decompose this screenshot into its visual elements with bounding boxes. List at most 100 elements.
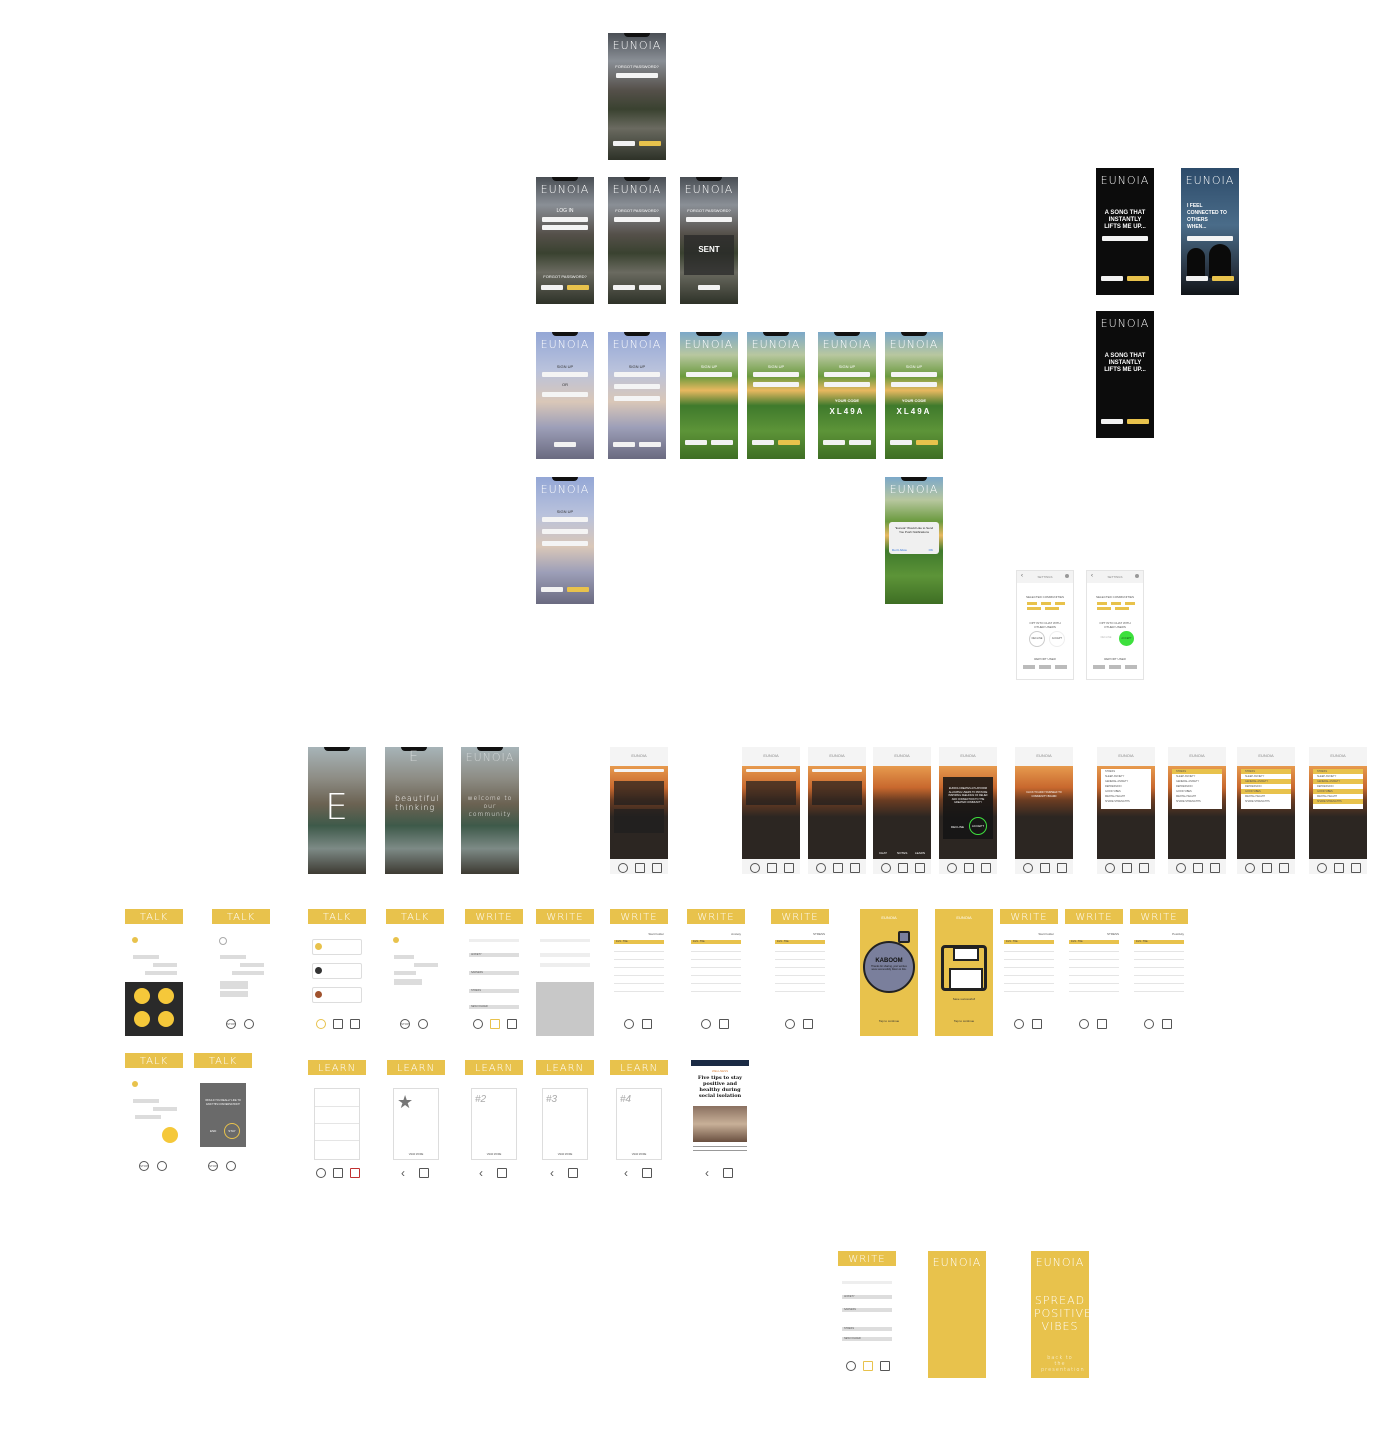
decline-toggle[interactable]: DECLINE (1099, 631, 1113, 645)
view-more-button[interactable]: VIEW MORE (617, 1153, 661, 1156)
chat-icon[interactable] (1317, 863, 1327, 873)
back-button[interactable] (613, 442, 635, 447)
chat-icon[interactable] (618, 863, 628, 873)
back-button[interactable] (685, 440, 707, 445)
category-item[interactable]: SHARE STRENGTHS (1101, 799, 1151, 804)
chat-icon[interactable] (1245, 863, 1255, 873)
phone-field[interactable] (891, 372, 937, 377)
community-chip[interactable] (1097, 607, 1111, 610)
community-chip[interactable] (1027, 607, 1041, 610)
save-icon[interactable] (719, 1019, 729, 1029)
back-button[interactable] (698, 285, 720, 290)
emoji-icon[interactable] (134, 1011, 150, 1027)
next-button[interactable] (1127, 419, 1149, 424)
back-button[interactable] (752, 440, 774, 445)
decline-toggle[interactable]: DECLINE (1029, 631, 1045, 647)
book-icon[interactable] (652, 863, 662, 873)
save-icon[interactable] (1162, 1019, 1172, 1029)
code-field[interactable] (891, 382, 937, 387)
chat-icon[interactable] (1023, 863, 1033, 873)
conversation-card[interactable] (312, 963, 362, 979)
chat-icon[interactable] (1105, 863, 1115, 873)
bomb-icon[interactable] (1014, 1019, 1024, 1029)
back-button[interactable] (890, 440, 912, 445)
phone-field[interactable] (686, 372, 732, 377)
book-icon[interactable] (880, 1361, 890, 1371)
back-button[interactable] (541, 285, 563, 290)
post-card[interactable] (812, 781, 862, 805)
report-option[interactable] (1055, 665, 1067, 669)
back-to-presentation-link[interactable]: back to the presentation (1041, 1355, 1084, 1373)
next-button[interactable] (916, 440, 938, 445)
save-icon[interactable] (419, 1168, 429, 1178)
entry-title[interactable]: 1/21 - Title (1069, 940, 1119, 944)
new-folder-button[interactable]: NEW FOLDER (469, 1005, 519, 1009)
post-card[interactable] (746, 781, 796, 805)
report-option[interactable] (1125, 665, 1137, 669)
book-icon[interactable] (1057, 863, 1067, 873)
back-button[interactable] (823, 440, 845, 445)
click-text[interactable]: CLICK TO ADD YOURSELF TO COMMUNITY BOARD (1023, 791, 1065, 798)
book-icon[interactable] (850, 863, 860, 873)
send-button[interactable] (639, 141, 661, 146)
community-chip[interactable] (1041, 602, 1051, 605)
decline-button[interactable]: DECLINE (951, 825, 964, 829)
community-chip[interactable] (1125, 602, 1135, 605)
edit-icon[interactable] (964, 863, 974, 873)
back-arrow-icon[interactable]: ‹ (401, 1166, 405, 1180)
code-field[interactable] (824, 382, 870, 387)
phone-field[interactable] (542, 392, 588, 397)
next-button[interactable] (1212, 276, 1234, 281)
login-button[interactable] (567, 285, 589, 290)
chat-icon[interactable] (947, 863, 957, 873)
bomb-icon[interactable] (701, 1019, 711, 1029)
confirm-field[interactable] (542, 541, 588, 546)
emoji-icon[interactable] (134, 988, 150, 1004)
save-icon[interactable] (642, 1168, 652, 1178)
report-option[interactable] (1109, 665, 1121, 669)
chat-icon[interactable] (473, 1019, 483, 1029)
community-chip[interactable] (1027, 602, 1037, 605)
emoji-icon[interactable] (158, 1011, 174, 1027)
book-icon[interactable] (1210, 863, 1220, 873)
chat-icon[interactable] (316, 1019, 326, 1029)
category-sadness[interactable]: SADNESS (842, 1308, 892, 1312)
back-button[interactable] (1101, 419, 1123, 424)
allow-button[interactable]: OK (929, 548, 933, 552)
chat-icon[interactable] (1176, 863, 1186, 873)
edit-icon[interactable] (767, 863, 777, 873)
category-sadness[interactable]: SADNESS (469, 971, 519, 975)
next-button[interactable] (554, 442, 576, 447)
accept-toggle[interactable]: ACCEPT (1119, 631, 1134, 646)
email-field[interactable] (542, 217, 588, 222)
book-icon[interactable] (350, 1019, 360, 1029)
next-button[interactable] (567, 587, 589, 592)
category-item[interactable]: SHARE STRENGTHS (1313, 799, 1363, 804)
bomb-icon[interactable] (1144, 1019, 1154, 1029)
book-icon[interactable] (1279, 863, 1289, 873)
chat-icon[interactable] (750, 863, 760, 873)
category-stress[interactable]: STRESS (842, 1327, 892, 1331)
book-icon[interactable] (507, 1019, 517, 1029)
category-item[interactable]: SHARE STRENGTHS (1172, 799, 1222, 804)
community-chip[interactable] (1111, 602, 1121, 605)
people-icon[interactable] (418, 1019, 428, 1029)
back-arrow-icon[interactable]: ‹ (705, 1166, 709, 1180)
next-button[interactable] (849, 440, 871, 445)
save-icon[interactable] (568, 1168, 578, 1178)
tab-chat[interactable]: CHAT (879, 851, 887, 855)
confirm-field[interactable] (614, 396, 660, 401)
back-arrow-icon[interactable]: ‹ (624, 1166, 628, 1180)
next-button[interactable] (711, 440, 733, 445)
email-field[interactable] (686, 217, 732, 222)
edit-icon[interactable] (863, 1361, 873, 1371)
report-option[interactable] (1093, 665, 1105, 669)
phone-field[interactable] (824, 372, 870, 377)
book-icon[interactable] (1351, 863, 1361, 873)
back-button[interactable] (1186, 276, 1208, 281)
book-icon[interactable] (981, 863, 991, 873)
community-chip[interactable] (1115, 607, 1129, 610)
gear-icon[interactable] (1135, 574, 1139, 578)
email-field[interactable] (542, 372, 588, 377)
post-card[interactable] (614, 781, 664, 805)
